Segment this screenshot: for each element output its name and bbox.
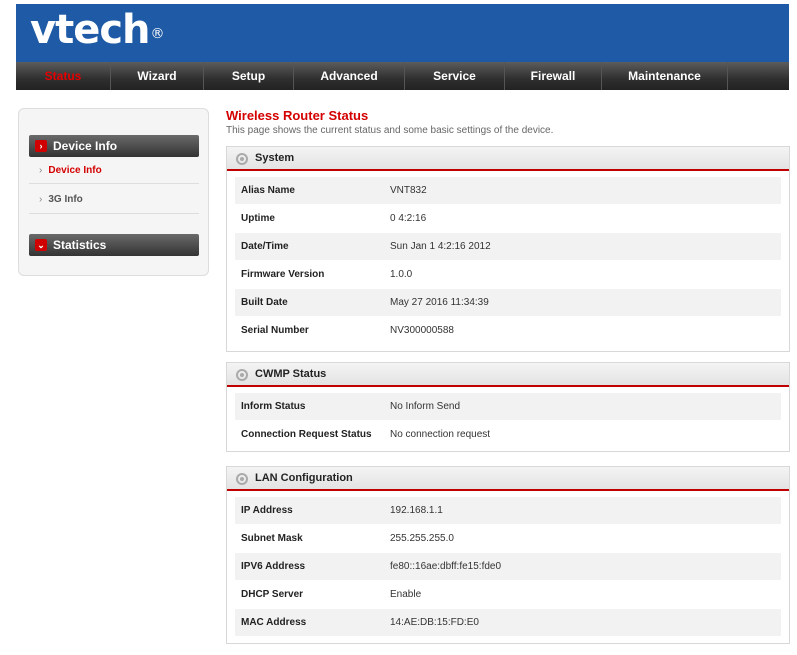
section-header: LAN Configuration: [227, 467, 789, 491]
row-label: Subnet Mask: [241, 533, 303, 544]
row-value: May 27 2016 11:34:39: [390, 297, 489, 308]
table-row: Built Date May 27 2016 11:34:39: [235, 289, 781, 317]
nav-service[interactable]: Service: [405, 62, 505, 90]
divider: [29, 183, 199, 184]
row-label: Built Date: [241, 297, 288, 308]
section-title: CWMP Status: [255, 368, 327, 380]
row-value: VNT832: [390, 185, 427, 196]
row-value: Sun Jan 1 4:2:16 2012: [390, 241, 491, 252]
row-value: 255.255.255.0: [390, 533, 454, 544]
sidebar-statistics-header[interactable]: ⌄ Statistics: [29, 234, 199, 256]
row-value: No Inform Send: [390, 401, 461, 412]
table-row: IP Address 192.168.1.1: [235, 497, 781, 525]
page-title: Wireless Router Status: [226, 108, 369, 123]
row-value: fe80::16ae:dbff:fe15:fde0: [390, 561, 502, 572]
cwmp-section: CWMP Status Inform Status No Inform Send …: [226, 362, 790, 452]
row-label: Firmware Version: [241, 269, 325, 280]
system-section: System Alias Name VNT832 Uptime 0 4:2:16 D…: [226, 146, 790, 352]
row-value: 192.168.1.1: [390, 505, 443, 516]
main-nav: Status Wizard Setup Advanced Service Fir…: [16, 62, 789, 90]
nav-status[interactable]: Status: [16, 62, 111, 90]
sidebar-device-info-header[interactable]: › Device Info: [29, 135, 199, 157]
table-row: MAC Address 14:AE:DB:15:FD:E0: [235, 609, 781, 637]
section-title: LAN Configuration: [255, 472, 353, 484]
table-row: Subnet Mask 255.255.255.0: [235, 525, 781, 553]
nav-maintenance[interactable]: Maintenance: [602, 62, 728, 90]
sidebar-item-label: 3G Info: [48, 194, 83, 205]
table-row: Serial Number NV300000588: [235, 317, 781, 345]
row-label: Inform Status: [241, 401, 306, 412]
row-value: 0 4:2:16: [390, 213, 427, 224]
table-row: Firmware Version 1.0.0: [235, 261, 781, 289]
nav-firewall[interactable]: Firewall: [505, 62, 602, 90]
gear-icon: [236, 473, 248, 485]
sidebar-header-label: Device Info: [53, 139, 118, 153]
row-label: Date/Time: [241, 241, 289, 252]
row-label: MAC Address: [241, 617, 307, 628]
table-row: Alias Name VNT832: [235, 177, 781, 205]
vtech-logo[interactable]: vtech®: [30, 7, 165, 53]
row-label: Uptime: [241, 213, 275, 224]
section-title: System: [255, 152, 295, 164]
sidebar-header-label: Statistics: [53, 238, 107, 252]
logo-text: vtech: [30, 7, 151, 53]
sidebar: › Device Info › Device Info › 3G Info ⌄ St…: [18, 108, 209, 276]
section-header: CWMP Status: [227, 363, 789, 387]
gear-icon: [236, 369, 248, 381]
row-value: 1.0.0: [390, 269, 413, 280]
nav-setup[interactable]: Setup: [204, 62, 294, 90]
row-value: NV300000588: [390, 325, 454, 336]
nav-wizard[interactable]: Wizard: [111, 62, 204, 90]
header-banner: vtech®: [16, 4, 789, 62]
table-row: IPV6 Address fe80::16ae:dbff:fe15:fde0: [235, 553, 781, 581]
section-header: System: [227, 147, 789, 171]
row-label: IPV6 Address: [241, 561, 306, 572]
gear-icon: [236, 153, 248, 165]
row-value: 14:AE:DB:15:FD:E0: [390, 617, 479, 628]
sidebar-item-label: Device Info: [48, 165, 102, 176]
lan-section: LAN Configuration IP Address 192.168.1.1 …: [226, 466, 790, 644]
row-value: Enable: [390, 589, 422, 600]
nav-advanced[interactable]: Advanced: [294, 62, 405, 90]
row-label: Alias Name: [241, 185, 295, 196]
divider: [29, 213, 199, 214]
sidebar-item-3g-info[interactable]: › 3G Info: [39, 194, 83, 205]
registered-mark: ®: [150, 26, 165, 42]
row-label: DHCP Server: [241, 589, 304, 600]
table-row: Connection Request Status No connection r…: [235, 421, 781, 449]
row-label: Serial Number: [241, 325, 309, 336]
page-subtitle: This page shows the current status and s…: [226, 125, 554, 136]
table-row: DHCP Server Enable: [235, 581, 781, 609]
table-row: Date/Time Sun Jan 1 4:2:16 2012: [235, 233, 781, 261]
collapse-icon: ⌄: [35, 239, 47, 251]
row-value: No connection request: [390, 429, 491, 440]
chevron-right-icon: ›: [39, 165, 43, 176]
expand-icon: ›: [35, 140, 47, 152]
table-row: Inform Status No Inform Send: [235, 393, 781, 421]
sidebar-item-device-info[interactable]: › Device Info: [39, 165, 102, 176]
chevron-right-icon: ›: [39, 194, 43, 205]
row-label: Connection Request Status: [241, 429, 372, 440]
row-label: IP Address: [241, 505, 293, 516]
table-row: Uptime 0 4:2:16: [235, 205, 781, 233]
